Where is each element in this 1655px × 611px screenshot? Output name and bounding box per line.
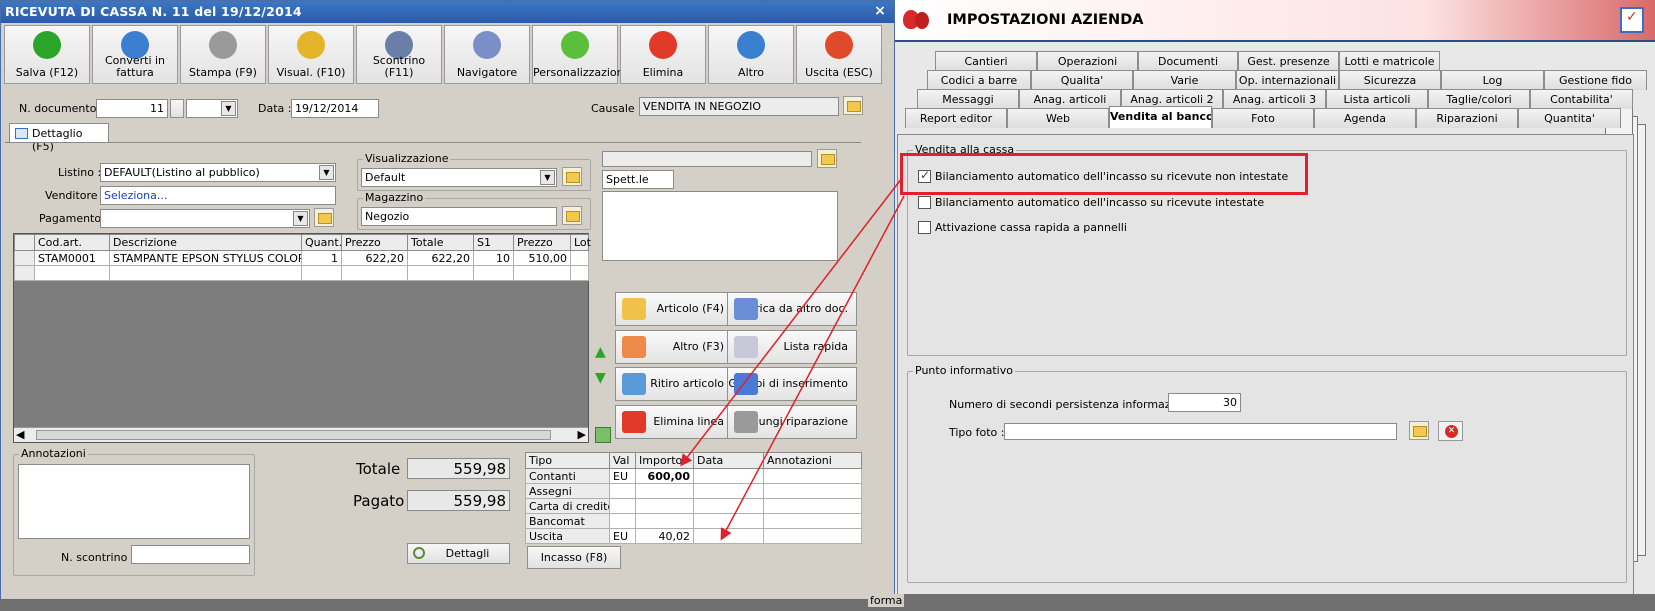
arrow-to-uscita	[720, 195, 905, 541]
arrow-to-contanti	[680, 177, 903, 467]
annotation-arrows	[680, 177, 905, 541]
